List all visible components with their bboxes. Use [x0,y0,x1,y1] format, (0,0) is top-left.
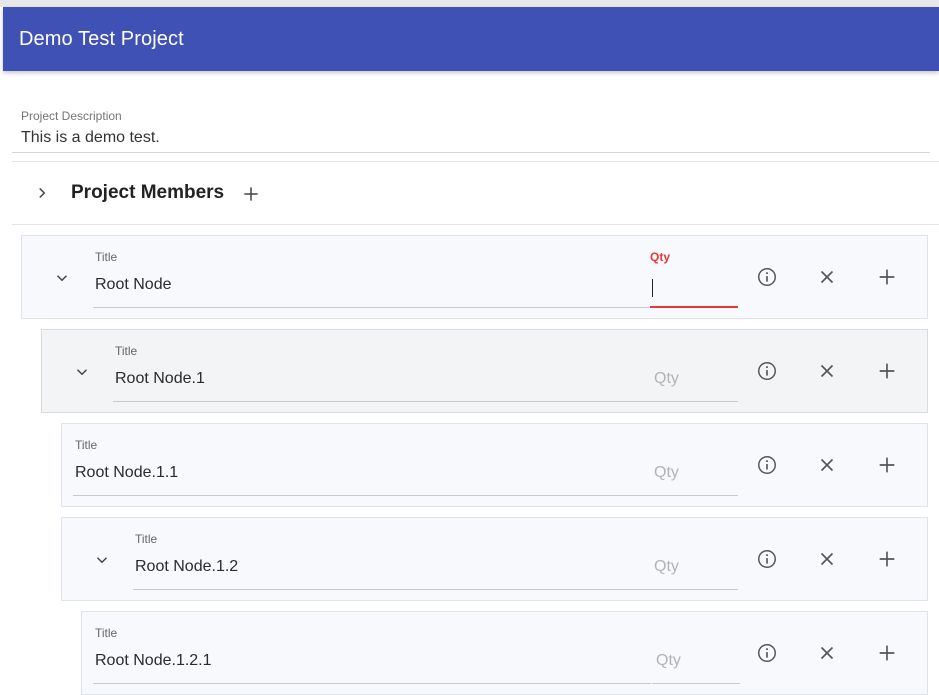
chevron-right-icon[interactable] [33,184,51,202]
title-value[interactable]: Root Node.1 [115,370,205,388]
qty-field[interactable]: Qty [650,236,738,308]
title-label: Title [95,250,118,264]
qty-field[interactable]: Qty [652,612,740,684]
plus-icon[interactable] [876,454,898,476]
title-label: Title [115,344,138,358]
close-icon[interactable] [816,266,838,288]
add-member-button[interactable] [241,184,261,204]
qty-field[interactable]: Qty [650,424,738,496]
qty-label: Qty [650,250,671,264]
close-icon[interactable] [816,642,838,664]
close-icon[interactable] [816,360,838,382]
tree-node: Title Root Node.1.2 Qty [61,517,928,601]
title-label: Title [95,626,118,640]
title-field[interactable]: Title Root Node.1 [113,330,651,402]
qty-placeholder: Qty [656,652,681,669]
title-field[interactable]: Title Root Node.1.2.1 [93,612,651,684]
app-bar: Demo Test Project [3,7,939,71]
plus-icon[interactable] [876,360,898,382]
title-value[interactable]: Root Node.1.2.1 [95,652,212,670]
title-value[interactable]: Root Node.1.1 [75,464,178,482]
info-icon[interactable] [756,266,778,288]
tree-node: Title Root Node.1.1 Qty [61,423,928,507]
title-field[interactable]: Title Root Node.1.2 [133,518,651,590]
qty-placeholder: Qty [654,370,679,387]
app-title: Demo Test Project [19,27,184,50]
title-field[interactable]: Title Root Node [93,236,651,308]
close-icon[interactable] [816,548,838,570]
qty-placeholder: Qty [654,464,679,481]
title-field[interactable]: Title Root Node.1.1 [73,424,651,496]
top-edge [0,0,939,7]
qty-placeholder: Qty [654,558,679,575]
plus-icon[interactable] [876,548,898,570]
close-icon[interactable] [816,454,838,476]
tree-node: Title Root Node.1.2.1 Qty [81,611,928,695]
chevron-down-icon[interactable] [53,269,71,287]
title-value[interactable]: Root Node [95,276,172,294]
text-caret [652,279,653,297]
tree-node: Title Root Node Qty [21,235,928,319]
info-icon[interactable] [756,642,778,664]
project-members-section: Project Members [12,161,939,225]
info-icon[interactable] [756,548,778,570]
project-description-value[interactable]: This is a demo test. [21,129,160,147]
project-description-label: Project Description [21,109,122,123]
project-description-field[interactable]: Project Description This is a demo test. [12,100,930,153]
title-value[interactable]: Root Node.1.2 [135,558,238,576]
chevron-down-icon[interactable] [73,363,91,381]
project-members-title: Project Members [71,182,225,203]
info-icon[interactable] [756,454,778,476]
tree-node: Title Root Node.1 Qty [41,329,928,413]
plus-icon[interactable] [876,642,898,664]
title-label: Title [135,532,158,546]
info-icon[interactable] [756,360,778,382]
title-label: Title [75,438,98,452]
plus-icon[interactable] [876,266,898,288]
qty-field[interactable]: Qty [650,330,738,402]
chevron-down-icon[interactable] [93,551,111,569]
qty-field[interactable]: Qty [650,518,738,590]
